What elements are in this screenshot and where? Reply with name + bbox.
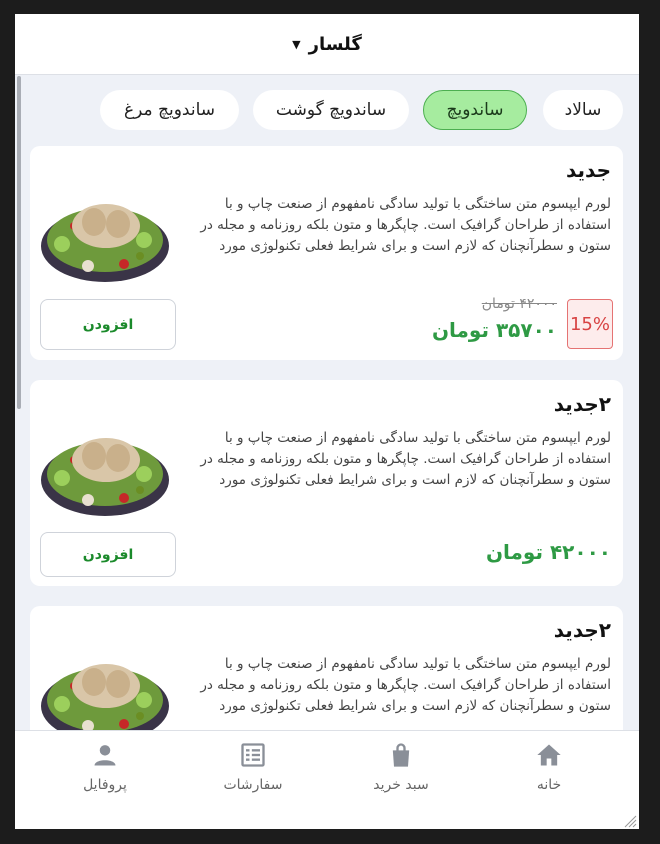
add-button[interactable]: افزودن: [40, 299, 176, 350]
resize-handle-icon[interactable]: [623, 814, 637, 828]
add-button-label: افزودن: [82, 316, 134, 333]
header: گلسار ▼: [15, 14, 639, 75]
location-selector[interactable]: گلسار ▼: [292, 34, 362, 55]
nav-item-cart[interactable]: سبد خرید: [341, 741, 461, 793]
product-image: [41, 438, 169, 516]
nav-item-profile[interactable]: پروفایل: [45, 741, 165, 793]
discount-badge: 15%: [567, 299, 613, 349]
nav-label: پروفایل: [83, 777, 127, 793]
app-frame: گلسار ▼ سالاد ساندویچ ساندویچ گوشت ساندو…: [15, 14, 639, 829]
tab-label: ساندویچ: [446, 100, 504, 120]
nav-item-home[interactable]: خانه: [489, 741, 609, 793]
product-name: ۲جدید: [553, 392, 611, 416]
category-tabs: سالاد ساندویچ ساندویچ گوشت ساندویچ مرغ: [15, 90, 639, 132]
caret-down-icon: ▼: [292, 37, 301, 51]
product-description: لورم ایپسوم متن ساختگی با تولید سادگی نا…: [200, 430, 611, 488]
product-name: جدید: [565, 158, 611, 182]
product-name: ۲جدید: [553, 618, 611, 642]
add-button[interactable]: افزودن: [40, 532, 176, 577]
nav-item-orders[interactable]: سفارشات: [193, 741, 313, 793]
tab-chicken-sandwich[interactable]: ساندویچ مرغ: [100, 90, 239, 130]
price: ۳۵۷۰۰ تومان: [431, 318, 557, 342]
tab-sandwich[interactable]: ساندویچ: [423, 90, 527, 130]
nav-label: خانه: [536, 777, 562, 793]
nav-label: سبد خرید: [373, 777, 429, 793]
product-description: لورم ایپسوم متن ساختگی با تولید سادگی نا…: [200, 656, 611, 714]
home-icon: [537, 744, 561, 766]
person-icon: [94, 745, 116, 766]
price: ۴۲۰۰۰ تومان: [485, 540, 611, 564]
tab-salad[interactable]: سالاد: [543, 90, 623, 130]
orders-list-icon: [241, 743, 265, 767]
nav-label: سفارشات: [223, 777, 283, 793]
tab-label: ساندویچ گوشت: [275, 100, 387, 120]
bottom-nav: خانه سبد خرید سفارشات پروفایل: [15, 730, 639, 829]
product-card: جدید لورم ایپسوم متن ساختگی با تولید ساد…: [30, 146, 623, 360]
add-button-label: افزودن: [82, 546, 134, 563]
product-image: [41, 664, 169, 742]
old-price: ۴۲۰۰۰ تومان: [481, 296, 557, 312]
shopping-bag-icon: [392, 743, 410, 767]
tab-label: ساندویچ مرغ: [123, 100, 216, 120]
product-description: لورم ایپسوم متن ساختگی با تولید سادگی نا…: [200, 196, 611, 254]
tab-meat-sandwich[interactable]: ساندویچ گوشت: [253, 90, 409, 130]
tab-label: سالاد: [564, 100, 602, 120]
product-image: [41, 204, 169, 282]
product-card: ۲جدید لورم ایپسوم متن ساختگی با تولید سا…: [30, 380, 623, 586]
location-title: گلسار: [308, 33, 362, 55]
